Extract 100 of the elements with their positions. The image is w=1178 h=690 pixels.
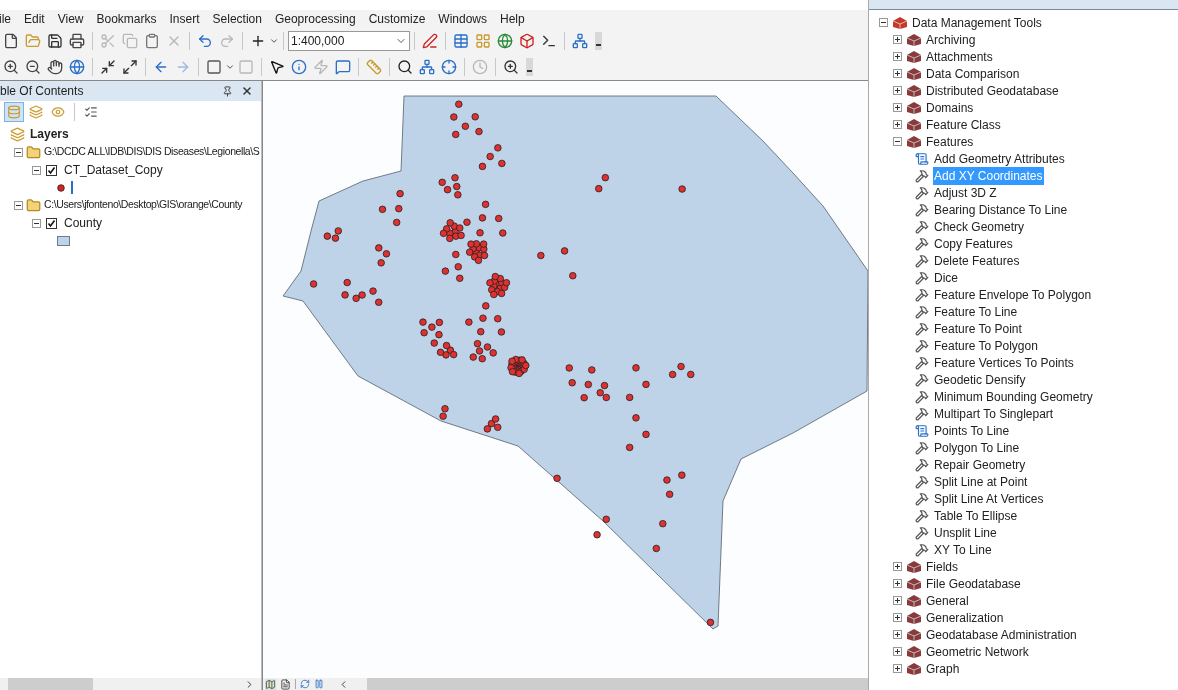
toolset-item[interactable]: Data Comparison: [926, 64, 1020, 83]
hammer-icon: [915, 321, 929, 336]
menu-item[interactable]: View: [57, 10, 84, 28]
tool-item[interactable]: Delete Features: [933, 251, 1021, 270]
toolset-item[interactable]: General: [926, 591, 969, 610]
expand-icon[interactable]: [893, 52, 902, 61]
expand-icon[interactable]: [893, 35, 902, 44]
menu-item[interactable]: Geoprocessing: [274, 10, 356, 28]
tool-item[interactable]: Split Line at Point: [933, 472, 1029, 491]
expand-icon[interactable]: [893, 664, 902, 673]
tool-item[interactable]: Unsplit Line: [933, 523, 998, 542]
menu-item[interactable]: Help: [500, 10, 525, 28]
expand-icon[interactable]: [893, 103, 902, 112]
collapse-icon[interactable]: [14, 147, 23, 157]
toolset-item[interactable]: Feature Class: [926, 115, 1001, 134]
layer-name[interactable]: County: [64, 214, 103, 232]
tool-item[interactable]: Split Line At Vertices: [933, 489, 1045, 508]
menu-item[interactable]: Customize: [368, 10, 426, 28]
toolset-item[interactable]: Archiving: [926, 30, 976, 49]
tool-item[interactable]: Feature To Line: [933, 302, 1019, 321]
tool-item[interactable]: Dice: [933, 268, 959, 287]
pin-icon[interactable]: [222, 85, 233, 97]
data-frame-label: Layers: [30, 126, 69, 143]
close-icon[interactable]: [241, 85, 253, 97]
selection-icon: [84, 105, 98, 119]
collapse-icon[interactable]: [32, 165, 41, 175]
toolset-item[interactable]: File Geodatabase: [926, 574, 1021, 593]
toolset-item[interactable]: Generalization: [926, 608, 1004, 627]
collapse-icon[interactable]: [14, 200, 23, 210]
expand-icon[interactable]: [893, 647, 902, 656]
scrollbar-thumb[interactable]: [8, 678, 93, 690]
layer-checkbox[interactable]: [46, 164, 57, 176]
tool-item[interactable]: Geodetic Densify: [933, 370, 1027, 389]
expand-icon[interactable]: [893, 613, 902, 622]
menu-item[interactable]: Windows: [438, 10, 487, 28]
toolset-item[interactable]: Distributed Geodatabase: [926, 81, 1059, 100]
toolbox-item[interactable]: Data Management Tools: [912, 13, 1042, 32]
menu-item[interactable]: Selection: [212, 10, 262, 28]
tool-item[interactable]: Repair Geometry: [933, 455, 1027, 474]
toolbar-overflow-icon[interactable]: [526, 58, 533, 76]
menu-item[interactable]: Edit: [24, 10, 45, 28]
group-layer-path[interactable]: C:\Users\jfonteno\Desktop\GIS\orange\County: [44, 197, 243, 213]
map-scale-field[interactable]: 1:400,000: [288, 31, 410, 51]
toolbar-overflow-icon[interactable]: [595, 32, 602, 50]
toolset-item[interactable]: Graph: [926, 659, 960, 678]
tool-item[interactable]: Copy Features: [933, 234, 1014, 253]
data-view-icon[interactable]: [265, 678, 276, 690]
tool-item[interactable]: Bearing Distance To Line: [933, 200, 1069, 219]
tool-item[interactable]: Feature Vertices To Points: [933, 353, 1075, 372]
dropdown-icon[interactable]: [269, 36, 279, 46]
tool-item[interactable]: Minimum Bounding Geometry: [933, 387, 1094, 406]
refresh-icon[interactable]: [300, 679, 310, 689]
group-layer-path[interactable]: G:\DCDC ALL\IDB\DIS\DIS Diseases\Legionella\S: [44, 144, 260, 160]
toolbox-icon: [906, 593, 922, 608]
panel-title: ble Of Contents: [0, 83, 84, 100]
hammer-icon: [915, 270, 929, 285]
toolbox-icon: [906, 644, 922, 659]
toolset-item[interactable]: Geometric Network: [926, 642, 1029, 661]
hammer-icon: [915, 219, 929, 234]
tool-item[interactable]: Feature Envelope To Polygon: [933, 285, 1093, 304]
menu-item[interactable]: Insert: [169, 10, 200, 28]
toolset-item[interactable]: Features: [926, 132, 974, 151]
toolset-item[interactable]: Geodatabase Administration: [926, 625, 1077, 644]
tool-item[interactable]: Multipart To Singlepart: [933, 404, 1055, 423]
hammer-icon: [915, 355, 929, 370]
collapse-icon[interactable]: [879, 18, 888, 27]
expand-icon[interactable]: [893, 596, 902, 605]
expand-icon[interactable]: [893, 86, 902, 95]
tool-item[interactable]: Check Geometry: [933, 217, 1026, 236]
expand-icon[interactable]: [893, 579, 902, 588]
tool-item[interactable]: XY To Line: [933, 540, 993, 559]
tool-item[interactable]: Table To Ellipse: [933, 506, 1019, 525]
toolset-item[interactable]: Attachments: [926, 47, 993, 66]
tool-item[interactable]: Polygon To Line: [933, 438, 1021, 457]
toolbox-icon: [906, 661, 922, 676]
menu-item[interactable]: Bookmarks: [96, 10, 157, 28]
layer-checkbox[interactable]: [46, 217, 57, 229]
tool-item[interactable]: Feature To Polygon: [933, 336, 1039, 355]
dropdown-icon[interactable]: [225, 62, 235, 72]
hammer-icon: [915, 236, 929, 251]
tool-item[interactable]: Points To Line: [933, 421, 1011, 440]
toolbox-icon: [906, 134, 922, 149]
layer-name[interactable]: CT_Dataset_Copy: [64, 161, 163, 179]
expand-icon[interactable]: [893, 69, 902, 78]
folder-icon: [26, 197, 41, 213]
toolbox-icon: [906, 576, 922, 591]
tool-item[interactable]: Add Geometry Attributes: [933, 149, 1066, 168]
expand-icon[interactable]: [893, 120, 902, 129]
collapse-icon[interactable]: [893, 137, 902, 146]
collapse-icon[interactable]: [32, 218, 41, 228]
expand-icon[interactable]: [893, 562, 902, 571]
toolset-item[interactable]: Fields: [926, 557, 958, 576]
expand-icon[interactable]: [893, 630, 902, 639]
hammer-icon: [915, 253, 929, 268]
menu-item[interactable]: ile: [0, 10, 11, 28]
tool-item[interactable]: Feature To Point: [933, 319, 1023, 338]
hammer-icon: [915, 304, 929, 319]
tool-item[interactable]: Adjust 3D Z: [933, 183, 998, 202]
layout-view-icon[interactable]: [280, 678, 291, 690]
toolset-item[interactable]: Domains: [926, 98, 974, 117]
